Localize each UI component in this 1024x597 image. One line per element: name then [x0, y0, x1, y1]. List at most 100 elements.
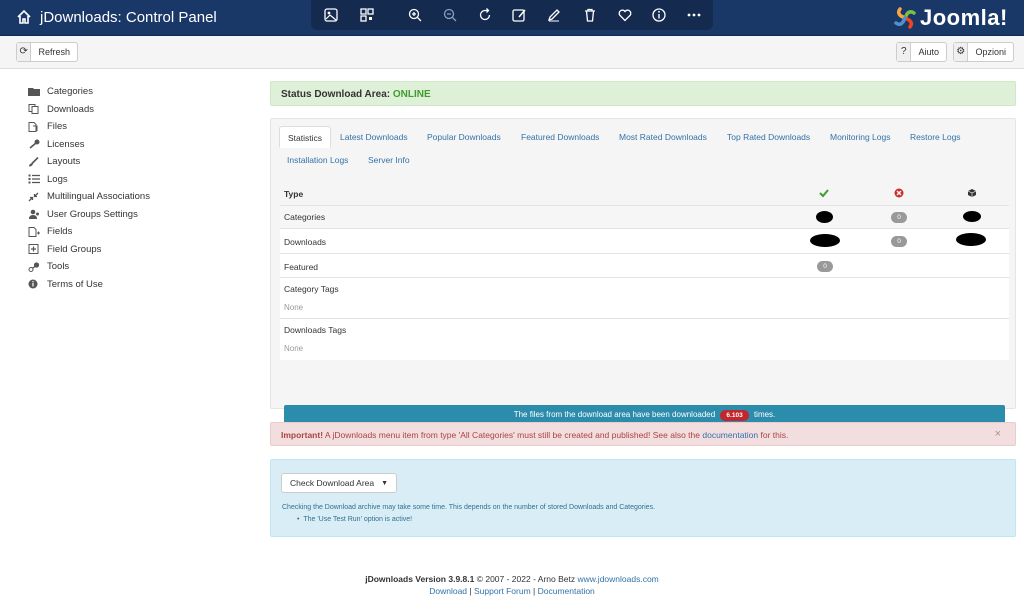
- table-header-row: Type: [280, 181, 1009, 206]
- copy-icon: [28, 104, 41, 115]
- help-button[interactable]: ? Aiuto: [896, 42, 947, 62]
- sidebar-item-user-groups-settings[interactable]: User Groups Settings: [28, 206, 248, 224]
- caret-down-icon: ▼: [381, 480, 388, 487]
- pen-icon[interactable]: [546, 7, 562, 23]
- tab-restore-logs[interactable]: Restore Logs: [902, 126, 969, 148]
- sidebar-item-downloads[interactable]: Downloads: [28, 101, 248, 119]
- sidebar-item-field-groups[interactable]: Field Groups: [28, 241, 248, 259]
- zoom-out-icon[interactable]: [442, 7, 458, 23]
- download-count-badge: 6.103: [720, 410, 749, 421]
- options-label: Opzioni: [975, 47, 1006, 57]
- sidebar-item-tools[interactable]: Tools: [28, 258, 248, 276]
- zoom-in-icon[interactable]: [407, 7, 423, 23]
- sidebar-item-label: Licenses: [47, 138, 85, 150]
- tab-installation-logs[interactable]: Installation Logs: [279, 149, 356, 171]
- tab-server-info[interactable]: Server Info: [360, 149, 418, 171]
- refresh-icon: ⟳: [17, 43, 32, 61]
- check-bullet-text: The 'Use Test Run' option is active!: [303, 516, 413, 523]
- published-check-icon: [819, 188, 829, 200]
- status-label: Status Download Area:: [281, 89, 391, 100]
- status-value: ONLINE: [392, 89, 431, 100]
- joomla-logo: Joomla!: [892, 5, 1016, 31]
- qr-icon[interactable]: [359, 7, 375, 23]
- separator: |: [467, 586, 474, 596]
- trash-icon[interactable]: [582, 7, 598, 23]
- sidebar-item-categories[interactable]: Categories: [28, 83, 248, 101]
- website-link[interactable]: www.jdownloads.com: [578, 574, 659, 584]
- tab-most-rated-downloads[interactable]: Most Rated Downloads: [611, 126, 715, 148]
- download-link[interactable]: Download: [429, 586, 467, 596]
- key-icon: [28, 139, 41, 149]
- row-label: Category Tags: [284, 284, 339, 294]
- shrink-icon: [28, 192, 41, 202]
- toolbar: ⟳ Refresh ? Aiuto ⚙ Opzioni: [0, 36, 1024, 69]
- important-alert: Important! A jDownloads menu item from t…: [270, 422, 1016, 446]
- sidebar-item-label: Downloads: [47, 103, 94, 115]
- redacted-value: [816, 211, 833, 223]
- table-row: Categories 0: [280, 206, 1009, 229]
- support-forum-link[interactable]: Support Forum: [474, 586, 531, 596]
- edit-image-icon[interactable]: [511, 7, 527, 23]
- sidebar-item-label: Field Groups: [47, 243, 102, 255]
- sidebar: Categories Downloads Files Licenses Layo…: [28, 83, 248, 293]
- sidebar-item-files[interactable]: Files: [28, 118, 248, 136]
- unpublished-x-icon: [894, 188, 904, 200]
- documentation-footer-link[interactable]: Documentation: [538, 586, 595, 596]
- count-badge: 0: [891, 236, 907, 247]
- joomla-mark-icon: [894, 7, 916, 29]
- info-circle-icon: [28, 279, 41, 289]
- close-icon[interactable]: ×: [995, 428, 1001, 440]
- help-label: Aiuto: [918, 47, 939, 57]
- tab-statistics[interactable]: Statistics: [279, 126, 332, 148]
- alert-label: Important!: [281, 430, 324, 440]
- sidebar-item-licenses[interactable]: Licenses: [28, 136, 248, 154]
- home-icon[interactable]: [16, 9, 32, 29]
- more-icon[interactable]: [686, 7, 702, 23]
- sidebar-item-logs[interactable]: Logs: [28, 171, 248, 189]
- sidebar-item-fields[interactable]: Fields: [28, 223, 248, 241]
- row-label: Featured: [284, 262, 319, 272]
- image-viewer-toolbar: [311, 0, 713, 30]
- count-badge: 0: [817, 261, 833, 272]
- sidebar-item-terms-of-use[interactable]: Terms of Use: [28, 276, 248, 294]
- footer: jDownloads Version 3.9.8.1 © 2007 - 2022…: [0, 574, 1024, 596]
- column-header-type: Type: [284, 189, 304, 199]
- download-bar-text: The files from the download area have be…: [513, 410, 716, 419]
- tab-top-rated-downloads[interactable]: Top Rated Downloads: [719, 126, 818, 148]
- sidebar-item-layouts[interactable]: Layouts: [28, 153, 248, 171]
- users-icon: [28, 209, 41, 220]
- sidebar-item-label: Multilingual Associations: [47, 191, 150, 203]
- check-button-label: Check Download Area: [290, 478, 375, 488]
- tab-latest-downloads[interactable]: Latest Downloads: [332, 126, 416, 148]
- top-bar: jDownloads: Control Panel Joomla!: [0, 0, 1024, 36]
- count-badge: 0: [891, 212, 907, 223]
- statistics-table: Type Categories 0 Downloads 0 Featured 0: [280, 181, 1009, 360]
- documentation-link[interactable]: documentation: [702, 430, 758, 440]
- list-icon: [28, 174, 41, 184]
- sidebar-item-label: Logs: [47, 173, 68, 185]
- row-value: None: [284, 344, 304, 353]
- image-icon[interactable]: [323, 7, 339, 23]
- check-bullet: • The 'Use Test Run' option is active!: [297, 516, 413, 523]
- tab-popular-downloads[interactable]: Popular Downloads: [419, 126, 509, 148]
- alert-tail: for this.: [758, 430, 789, 440]
- refresh-button[interactable]: ⟳ Refresh: [16, 42, 78, 62]
- folder-icon: [28, 87, 41, 97]
- downloads-tags-row: Downloads Tags None: [280, 319, 1009, 360]
- tab-featured-downloads[interactable]: Featured Downloads: [513, 126, 607, 148]
- rotate-icon[interactable]: [477, 7, 493, 23]
- heart-icon[interactable]: [617, 7, 633, 23]
- tab-monitoring-logs[interactable]: Monitoring Logs: [822, 126, 898, 148]
- brush-icon: [28, 156, 41, 167]
- row-label: Categories: [284, 212, 326, 222]
- sidebar-item-label: Files: [47, 121, 68, 133]
- check-download-area-button[interactable]: Check Download Area ▼: [281, 473, 397, 493]
- download-bar-suffix: times.: [753, 410, 776, 419]
- info-icon[interactable]: [651, 7, 667, 23]
- gear-icon: ⚙: [954, 43, 969, 61]
- box-plus-icon: [28, 244, 41, 255]
- sidebar-item-multilingual-associations[interactable]: Multilingual Associations: [28, 188, 248, 206]
- file-plus-icon: [28, 226, 41, 237]
- options-button[interactable]: ⚙ Opzioni: [953, 42, 1014, 62]
- refresh-label: Refresh: [38, 47, 70, 57]
